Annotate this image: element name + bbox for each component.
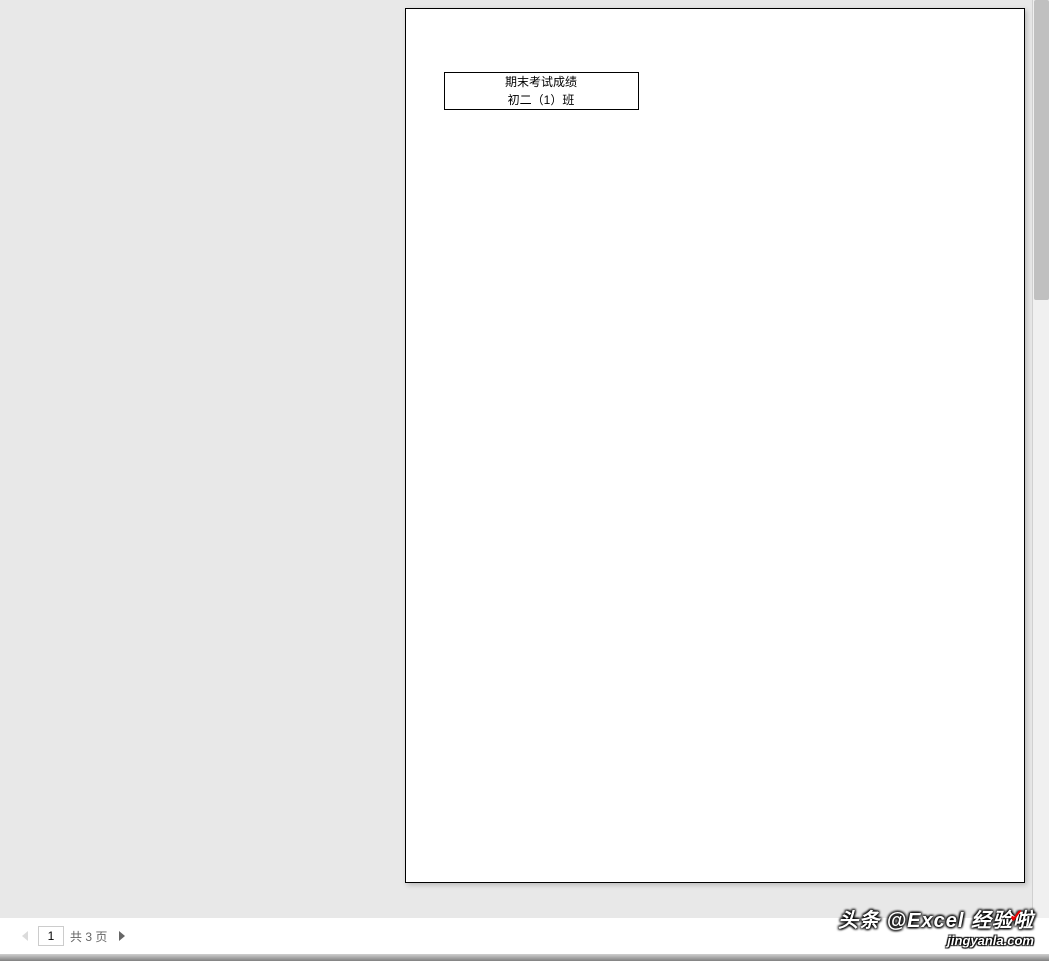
scroll-thumb[interactable]: [1034, 0, 1049, 300]
prev-page-button[interactable]: [20, 931, 30, 941]
bottom-border-gradient: [0, 954, 1049, 961]
print-preview-area: 期末考试成绩 初二（1）班: [0, 0, 1049, 918]
page-total-label: 共 3 页: [70, 928, 107, 945]
chevron-right-icon: [119, 931, 125, 941]
title-row-1: 期末考试成绩: [445, 73, 638, 91]
watermark-checkmark-icon: ✓: [1009, 906, 1024, 927]
watermark-text: 头条 @Excel 经验啦: [838, 904, 1034, 933]
preview-page: 期末考试成绩 初二（1）班: [405, 8, 1025, 883]
title-row-2: 初二（1）班: [445, 91, 638, 109]
vertical-scrollbar[interactable]: [1032, 0, 1049, 918]
next-page-button[interactable]: [117, 931, 127, 941]
chevron-left-icon: [22, 931, 28, 941]
table-content-box: 期末考试成绩 初二（1）班: [444, 72, 639, 110]
page-number-input[interactable]: [38, 926, 64, 946]
watermark-url: jingyanla.com: [947, 933, 1034, 948]
